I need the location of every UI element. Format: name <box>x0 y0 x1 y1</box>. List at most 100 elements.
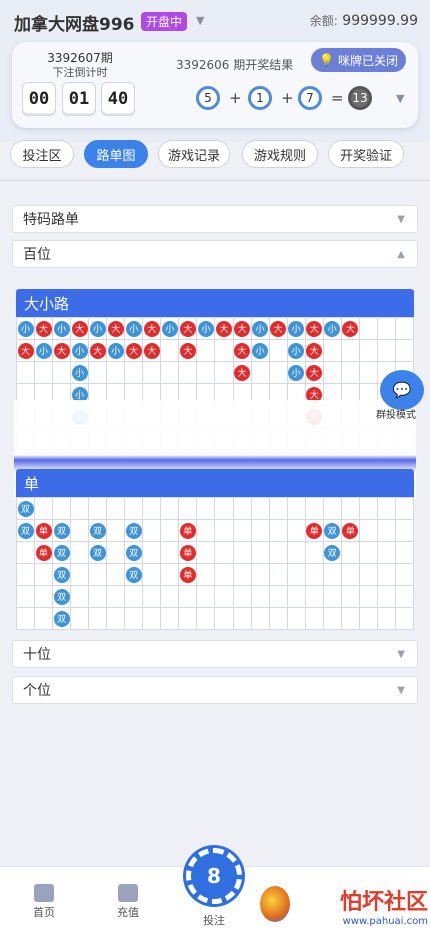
road-cell: 大 <box>233 340 252 362</box>
road-bead: 大 <box>35 320 52 337</box>
road-cell <box>341 340 360 362</box>
road-cell <box>125 586 144 608</box>
road-cell: 双 <box>53 564 72 586</box>
squeeze-toggle-button[interactable]: 💡 咪牌已关闭 <box>311 48 406 72</box>
road-cell <box>125 362 144 384</box>
road-bead: 大 <box>143 342 160 359</box>
tens-select[interactable]: 十位 ▼ <box>12 640 418 668</box>
road-cell <box>35 608 54 630</box>
road-cell: 大 <box>179 318 198 340</box>
road-cell <box>269 564 288 586</box>
oddeven-road-grid: 双双单双双双单单双单单双双双单双双双单双双 <box>16 497 414 630</box>
road-bead: 小 <box>161 320 178 337</box>
bulb-icon: 💡 <box>319 53 334 67</box>
chat-bubble-icon: 💬 <box>392 381 412 399</box>
ones-select[interactable]: 个位 ▼ <box>12 676 418 704</box>
road-cell <box>323 340 342 362</box>
tab-roadmap[interactable]: 路单图 <box>84 140 148 168</box>
countdown-minutes: 01 <box>62 82 96 116</box>
chevron-down-icon[interactable]: ▼ <box>396 92 404 105</box>
road-cell <box>89 362 108 384</box>
equals-sign: = <box>331 89 344 107</box>
road-cell: 大 <box>215 318 234 340</box>
road-cell <box>287 564 306 586</box>
road-bead: 双 <box>53 610 70 627</box>
road-cell <box>161 520 180 542</box>
road-cell <box>89 608 108 630</box>
game-title[interactable]: 加拿大网盘996 <box>14 10 135 35</box>
home-icon <box>34 884 54 902</box>
road-cell <box>71 520 90 542</box>
hundreds-select[interactable]: 百位 ▲ <box>12 240 418 268</box>
road-cell: 单 <box>35 542 54 564</box>
road-cell <box>251 362 270 384</box>
road-cell <box>215 498 234 520</box>
road-cell: 小 <box>251 318 270 340</box>
road-bead: 双 <box>125 522 142 539</box>
nav-recharge[interactable]: 充值 <box>98 884 158 920</box>
road-cell: 双 <box>17 498 36 520</box>
road-cell: 小 <box>17 318 36 340</box>
tab-game-records[interactable]: 游戏记录 <box>158 140 230 168</box>
road-cell <box>143 542 162 564</box>
road-cell: 双 <box>125 564 144 586</box>
road-cell <box>143 362 162 384</box>
result-ball-2: 1 <box>248 86 272 110</box>
road-cell: 单 <box>179 520 198 542</box>
special-roadmap-select[interactable]: 特码路单 ▼ <box>12 205 418 233</box>
road-cell <box>341 586 360 608</box>
road-cell <box>143 608 162 630</box>
divider <box>0 180 430 181</box>
road-bead: 小 <box>89 320 106 337</box>
result-ball-1: 5 <box>196 86 220 110</box>
road-cell <box>269 520 288 542</box>
tab-game-rules[interactable]: 游戏规则 <box>242 140 318 168</box>
chevron-down-icon[interactable]: ▼ <box>196 14 204 27</box>
road-cell <box>179 608 198 630</box>
road-cell <box>71 608 90 630</box>
road-bead: 双 <box>324 544 341 561</box>
road-bead: 单 <box>35 522 52 539</box>
road-bead: 小 <box>324 320 341 337</box>
road-bead: 大 <box>17 342 34 359</box>
road-cell: 大 <box>179 340 198 362</box>
tab-draw-verify[interactable]: 开奖验证 <box>328 140 404 168</box>
road-bead: 小 <box>252 342 269 359</box>
road-cell: 单 <box>179 542 198 564</box>
road-cell <box>233 564 252 586</box>
road-cell: 小 <box>161 318 180 340</box>
tab-bet-area[interactable]: 投注区 <box>10 140 74 168</box>
road-cell: 双 <box>323 520 342 542</box>
road-cell <box>395 340 414 362</box>
balance-value: 999999.99 <box>342 13 418 29</box>
road-cell <box>323 564 342 586</box>
road-cell <box>107 564 126 586</box>
road-cell: 大 <box>305 362 324 384</box>
road-cell <box>359 520 378 542</box>
group-bet-button[interactable]: 💬 <box>380 370 424 410</box>
road-cell: 大 <box>125 340 144 362</box>
road-bead: 大 <box>143 320 160 337</box>
chip-icon[interactable]: 8 <box>186 848 242 904</box>
balance: 余额: 999999.99 <box>310 12 418 29</box>
road-cell <box>395 498 414 520</box>
nav-bet[interactable]: 投注 <box>184 912 244 928</box>
road-cell <box>251 542 270 564</box>
road-cell: 大 <box>17 340 36 362</box>
road-cell <box>287 542 306 564</box>
road-cell <box>287 520 306 542</box>
road-bead: 双 <box>17 522 34 539</box>
group-bet-label: 群投模式 <box>376 410 416 421</box>
road-bead: 大 <box>216 320 232 337</box>
chevron-up-icon: ▲ <box>397 248 405 260</box>
road-cell <box>107 542 126 564</box>
road-cell <box>161 542 180 564</box>
road-cell <box>71 564 90 586</box>
road-bead: 大 <box>342 320 359 337</box>
watermark: 怕坏社区 www.pahuai.com <box>272 882 428 928</box>
road-cell: 小 <box>287 362 306 384</box>
road-cell <box>359 564 378 586</box>
nav-home[interactable]: 首页 <box>14 884 74 920</box>
countdown-seconds: 40 <box>101 82 135 116</box>
countdown-hours: 00 <box>22 82 56 116</box>
